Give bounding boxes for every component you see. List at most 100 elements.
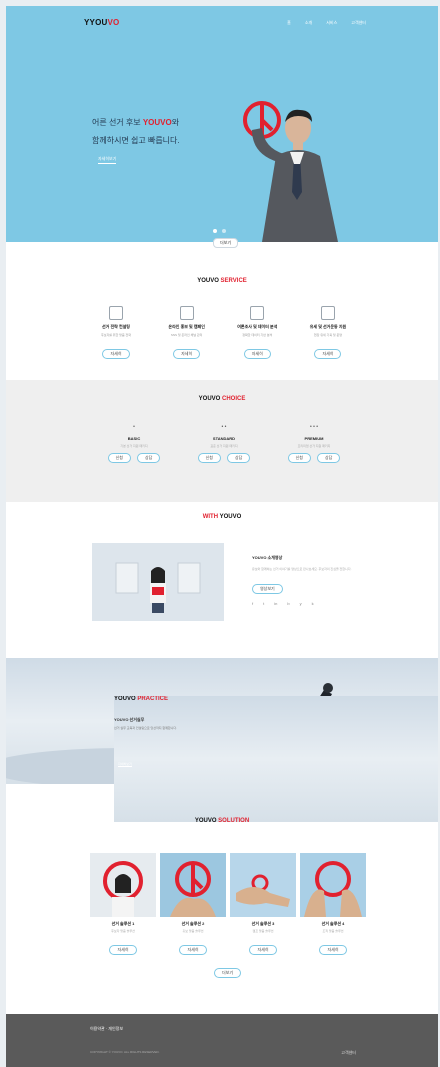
solution-item-title: 선거 솔루션 3 xyxy=(251,921,275,926)
choice-title: YOUVO CHOICE xyxy=(6,396,438,402)
top-nav: 홈 소개 서비스 고객센터 xyxy=(287,20,366,26)
with-title-red: WITH xyxy=(202,514,219,520)
practice-link[interactable]: 자세히보기 xyxy=(118,762,132,767)
service-item-button[interactable]: 자세히 xyxy=(314,349,342,359)
service-title: YOUVO SERVICE xyxy=(6,278,438,284)
solution-more-button[interactable]: 더보기 xyxy=(214,968,242,978)
choice-item-desc: 표준 선거 지원 패키지 xyxy=(210,444,238,448)
footer-links[interactable]: 이용약관 · 개인정보 xyxy=(90,1026,123,1032)
linkedin-icon[interactable]: in xyxy=(274,601,277,606)
footer-support-link[interactable]: 고객센터 xyxy=(341,1050,356,1056)
solution-image-stamp-sky[interactable] xyxy=(160,853,226,917)
hero-slider-dots xyxy=(213,229,226,233)
service-item-title: 선거 전략 컨설팅 xyxy=(102,324,130,329)
service-item-title: 온라인 홍보 및 캠페인 xyxy=(168,324,205,329)
dots-icon: • • xyxy=(221,424,227,430)
choice-consult-button[interactable]: 상담 xyxy=(137,453,161,463)
solution-item: 선거 솔루션 1 후보자 맞춤 솔루션 자세히 xyxy=(90,853,156,956)
practice-subtitle: YOUVO 선거실무 xyxy=(114,717,145,722)
hero-line1-prefix: 어른 선거 후보 xyxy=(92,118,143,127)
practice-desc: 선거 실무 교육과 컨설팅으로 당선까지 함께합니다. xyxy=(114,726,177,730)
choice-item-buttons: 신청 상담 xyxy=(104,453,164,463)
solution-image-woman[interactable] xyxy=(90,853,156,917)
choice-apply-button[interactable]: 신청 xyxy=(287,453,311,463)
youtube-icon[interactable]: y xyxy=(300,601,302,606)
facebook-icon[interactable]: f xyxy=(252,601,253,606)
logo-red: VO xyxy=(107,18,120,27)
solution-item-button[interactable]: 자세히 xyxy=(109,945,137,955)
kakao-icon[interactable]: k xyxy=(312,601,314,606)
solution-item-desc: 홍보 맞춤 솔루션 xyxy=(182,929,204,933)
solution-item: 선거 솔루션 2 홍보 맞춤 솔루션 자세히 xyxy=(160,853,226,956)
solution-image-hands[interactable] xyxy=(300,853,366,917)
hero-line2: 함께하시면 쉽고 빠릅니다. xyxy=(92,136,180,145)
choice-consult-button[interactable]: 상담 xyxy=(317,453,341,463)
choice-list: • BASIC 기본 선거 지원 패키지 신청 상담 • • STANDARD … xyxy=(104,424,344,463)
solution-item-title: 선거 솔루션 1 xyxy=(111,921,135,926)
hero-more-button[interactable]: 더보기 xyxy=(213,238,239,248)
document-icon xyxy=(109,306,123,320)
solution-item-button[interactable]: 자세히 xyxy=(179,945,207,955)
solution-title: YOUVO SOLUTION xyxy=(6,818,438,824)
with-title: WITH YOUVO xyxy=(6,514,438,520)
with-video-button[interactable]: 영상보기 xyxy=(252,584,283,594)
solution-image-hand[interactable] xyxy=(230,853,296,917)
service-list: 선거 전략 컨설팅 후보자를 위한 맞춤 전략 자세히 온라인 홍보 및 캠페인… xyxy=(84,306,360,360)
practice-title-black: YOUVO xyxy=(114,696,138,702)
slider-dot-1[interactable] xyxy=(213,229,217,233)
service-item-desc: 후보자를 위한 맞춤 전략 xyxy=(100,333,132,337)
page: YYOUVO 홈 소개 서비스 고객센터 어른 선거 후보 YOUVO와 함께하… xyxy=(6,6,438,1067)
choice-apply-button[interactable]: 신청 xyxy=(107,453,131,463)
footer-copyright: COPYRIGHT © YOUVO. ALL RIGHTS RESERVED. xyxy=(90,1050,160,1054)
practice-title: YOUVO PRACTICE xyxy=(114,696,438,822)
nav-item-about[interactable]: 소개 xyxy=(305,20,312,26)
service-item-title: 유세 및 선거운동 지원 xyxy=(309,324,347,329)
choice-item: • BASIC 기본 선거 지원 패키지 신청 상담 xyxy=(104,424,164,463)
service-item-title: 여론조사 및 데이터 분석 xyxy=(237,324,278,329)
footer: 이용약관 · 개인정보 COPYRIGHT © YOUVO. ALL RIGHT… xyxy=(6,1014,438,1067)
dots-icon: • • • xyxy=(309,424,319,430)
dot-icon: • xyxy=(133,424,135,430)
with-video-thumbnail[interactable] xyxy=(92,543,224,621)
twitter-icon[interactable]: t xyxy=(263,601,264,606)
nav-item-service[interactable]: 서비스 xyxy=(326,20,337,26)
with-title-black: YOUVO xyxy=(218,514,242,520)
solution-item-desc: 캠프 맞춤 솔루션 xyxy=(252,929,274,933)
with-info: YOUVO 소개영상 유보와 함께하는 선거 이야기를 영상으로 만나보세요. … xyxy=(252,555,352,606)
hero-person-image xyxy=(243,101,338,242)
choice-item-title: PREMIUM xyxy=(304,436,324,441)
service-item-desc: SNS 및 온라인 채널 관리 xyxy=(170,333,203,337)
slider-dot-2[interactable] xyxy=(222,229,226,233)
logo-main: YOU xyxy=(89,18,108,27)
nav-item-home[interactable]: 홈 xyxy=(287,20,291,26)
nav-item-support[interactable]: 고객센터 xyxy=(351,20,366,26)
blog-icon[interactable]: b xyxy=(287,601,289,606)
logo[interactable]: YYOUVO xyxy=(84,18,119,27)
with-illustration xyxy=(92,543,224,621)
solution-item: 선거 솔루션 4 조직 맞춤 솔루션 자세히 xyxy=(300,853,366,956)
hero-line1-brand: YOUVO xyxy=(142,118,172,127)
solution-item-desc: 조직 맞춤 솔루션 xyxy=(322,929,344,933)
choice-title-black: YOUVO xyxy=(198,396,222,402)
solution-item: 선거 솔루션 3 캠프 맞춤 솔루션 자세히 xyxy=(230,853,296,956)
choice-item-title: STANDARD xyxy=(212,436,236,441)
monitor-icon xyxy=(179,306,194,320)
choice-consult-button[interactable]: 상담 xyxy=(227,453,251,463)
service-item-desc: 정확한 데이터 기반 분석 xyxy=(242,333,273,337)
service-item: 선거 전략 컨설팅 후보자를 위한 맞춤 전략 자세히 xyxy=(84,306,148,360)
solution-item-title: 선거 솔루션 4 xyxy=(321,921,345,926)
service-item-button[interactable]: 자세히 xyxy=(173,349,201,359)
chart-icon xyxy=(250,306,265,320)
solution-item-button[interactable]: 자세히 xyxy=(249,945,277,955)
choice-title-red: CHOICE xyxy=(222,396,246,402)
service-item-button[interactable]: 자세히 xyxy=(243,349,271,359)
service-item-button[interactable]: 자세히 xyxy=(102,349,130,359)
solution-list: 선거 솔루션 1 후보자 맞춤 솔루션 자세히 선거 솔루션 2 홍보 맞춤 솔… xyxy=(90,853,366,956)
social-icons: f t in b y k xyxy=(252,601,352,606)
choice-item: • • STANDARD 표준 선거 지원 패키지 신청 상담 xyxy=(194,424,254,463)
hero-cta-link[interactable]: 자세히보기 xyxy=(98,156,117,164)
solution-title-red: SOLUTION xyxy=(218,818,250,824)
choice-apply-button[interactable]: 신청 xyxy=(197,453,221,463)
solution-item-button[interactable]: 자세히 xyxy=(319,945,347,955)
with-info-desc: 유보와 함께하는 선거 이야기를 영상으로 만나보세요. 후보자의 진심을 전합… xyxy=(252,567,352,571)
